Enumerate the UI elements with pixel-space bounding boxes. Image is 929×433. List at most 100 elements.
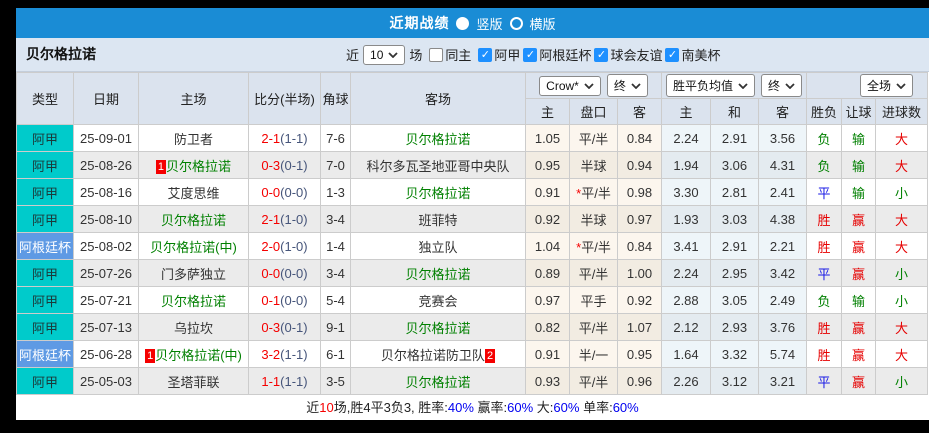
chevron-down-icon [631,82,641,89]
chevron-down-icon [896,82,906,89]
filter-bar: 贝尔格拉诺 近 10 场 同主 ✓ 阿甲 ✓ 阿根廷杯 ✓ 球会友谊 ✓ 南美杯 [16,38,929,72]
home-team-name[interactable]: 门多萨独立 [161,267,226,282]
fulltime-score: 2-1 [261,130,281,146]
home-team-name[interactable]: 艾度思维 [167,186,219,201]
avg-draw-cell: 3.32 [710,340,759,368]
odds-time-select[interactable]: 终 [606,74,648,97]
corner-cell: 1-4 [320,232,351,260]
away-team-cell: 贝尔格拉诺 [350,259,526,287]
radio-vertical-label[interactable]: 竖版 [476,14,502,33]
table-row: 阿甲 25-07-26 门多萨独立 0-0(0-0) 3-4 贝尔格拉诺 0.8… [16,259,929,287]
home-team-name[interactable]: 圣塔菲联 [167,375,219,390]
avg-away-cell: 3.21 [757,367,808,395]
league-filter-checkbox[interactable]: ✓ 阿根廷杯 [523,45,591,64]
summary-segment: 赢率: [473,400,508,415]
same-home-checkbox[interactable]: 同主 [429,45,471,64]
away-team-name[interactable]: 竞赛会 [418,294,457,309]
checkbox-checked-icon: ✓ [594,47,609,62]
odds-home-cell: 0.92 [525,205,570,233]
avg-odds-select[interactable]: 胜平负均值 [665,74,755,97]
corner-cell: 3-4 [320,205,351,233]
results-table: 类型 日期 主场 比分(半场) 角球 客场 Crow* 终 胜平负均值 终 全场… [16,72,929,395]
near-label: 近 [346,48,360,63]
odds-home-cell: 0.91 [525,178,570,206]
fulltime-select[interactable]: 全场 [860,74,914,97]
odds-home-cell: 0.93 [525,367,570,395]
score-cell: 2-0(1-0) [248,232,321,260]
odds-away-cell: 0.92 [617,286,662,314]
halftime-score: (0-0) [280,184,308,200]
table-row: 阿甲 25-07-13 乌拉坎 0-3(0-1) 9-1 贝尔格拉诺 0.82 … [16,313,929,341]
date-cell: 25-05-03 [73,367,139,395]
avg-home-cell: 2.24 [661,124,711,152]
checkbox-unchecked-icon [429,47,444,62]
odds-home-cell: 0.89 [525,259,570,287]
date-cell: 25-06-28 [73,340,139,368]
table-row: 阿甲 25-07-21 贝尔格拉诺 0-1(0-0) 5-4 竞赛会 0.97 … [16,286,929,314]
odds-home-cell: 0.82 [525,313,570,341]
odds-away-cell: 0.97 [617,205,662,233]
away-team-name[interactable]: 贝尔格拉诺 [405,321,470,336]
away-team-name[interactable]: 贝尔格拉诺 [405,186,470,201]
date-cell: 25-07-26 [73,259,139,287]
league-filter-checkbox[interactable]: ✓ 阿甲 [478,45,520,64]
match-count-select[interactable]: 10 [363,44,406,65]
checkbox-checked-icon: ✓ [523,47,538,62]
summary-segment: 大: [533,400,554,415]
halftime-score: (1-1) [280,373,308,389]
home-team-cell: 圣塔菲联 [138,367,249,395]
corner-cell: 1-3 [320,178,351,206]
checkbox-checked-icon: ✓ [478,47,493,62]
handicap-result-cell: 输 [841,124,877,152]
home-team-name[interactable]: 贝尔格拉诺 [161,213,226,228]
handicap-cell: *平/半 [569,178,618,206]
away-team-name[interactable]: 贝尔格拉诺防卫队 [381,348,485,363]
avg-time-select[interactable]: 终 [761,74,803,97]
radio-horizontal-icon[interactable] [509,16,523,30]
league-cell: 阿甲 [16,151,74,179]
home-team-name[interactable]: 贝尔格拉诺 [161,294,226,309]
away-team-name[interactable]: 贝尔格拉诺 [405,375,470,390]
handicap-value: 平/半 [581,239,611,255]
home-team-name[interactable]: 乌拉坎 [174,321,213,336]
avg-draw-cell: 3.06 [710,151,759,179]
home-rank-badge: 1 [155,159,167,174]
radio-horizontal-label[interactable]: 横版 [530,14,556,33]
avg-away-cell: 4.31 [757,151,808,179]
home-team-cell: 贝尔格拉诺 [138,205,249,233]
sub-header-odds-away: 客 [617,98,662,125]
sub-header-goals: 进球数 [875,98,929,125]
home-team-name[interactable]: 贝尔格拉诺(中) [155,348,242,363]
league-filter-checkbox[interactable]: ✓ 球会友谊 [594,45,662,64]
away-team-name[interactable]: 贝尔格拉诺 [405,132,470,147]
bookmaker-select[interactable]: Crow* [539,75,601,96]
home-team-name[interactable]: 防卫者 [174,132,213,147]
table-row: 阿根廷杯 25-08-02 贝尔格拉诺(中) 2-0(1-0) 1-4 独立队 … [16,232,929,260]
away-team-name[interactable]: 贝尔格拉诺 [405,267,470,282]
result-cell: 胜 [806,205,843,233]
score-cell: 0-3(0-1) [248,151,321,179]
away-team-cell: 贝尔格拉诺 [350,313,526,341]
home-team-name[interactable]: 贝尔格拉诺(中) [150,240,237,255]
away-team-name[interactable]: 独立队 [418,240,457,255]
handicap-result-cell: 赢 [841,259,877,287]
summary-segment: 场,胜4平3负3, 胜率: [333,400,448,415]
same-home-label: 同主 [445,48,472,63]
home-team-name[interactable]: 贝尔格拉诺 [166,159,231,174]
handicap-cell: 半/一 [569,340,618,368]
table-row: 阿甲 25-08-16 艾度思维 0-0(0-0) 1-3 贝尔格拉诺 0.91… [16,178,929,206]
away-team-cell: 班菲特 [350,205,526,233]
fulltime-score: 0-0 [261,184,281,200]
handicap-result-cell: 输 [841,151,877,179]
corner-cell: 9-1 [320,313,351,341]
matches-label: 场 [409,48,423,63]
corner-cell: 5-4 [320,286,351,314]
league-filter-checkbox[interactable]: ✓ 南美杯 [665,45,720,64]
away-team-name[interactable]: 科尔多瓦圣地亚哥中央队 [366,159,509,174]
avg-draw-cell: 3.03 [710,205,759,233]
checkbox-label: 阿根廷杯 [539,48,592,63]
avg-odds-select-value: 胜平负均值 [672,79,733,93]
radio-vertical-selected-icon[interactable] [456,16,470,30]
result-cell: 平 [806,178,843,206]
away-team-name[interactable]: 班菲特 [418,213,457,228]
